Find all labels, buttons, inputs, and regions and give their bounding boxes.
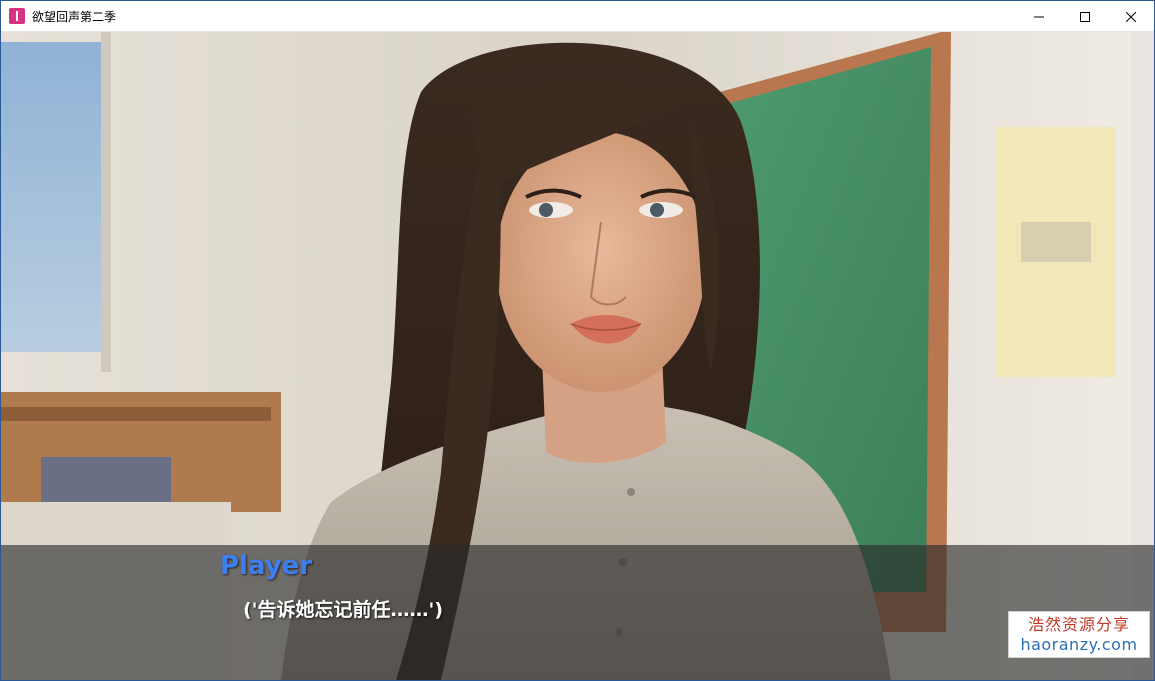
- window-controls: [1016, 1, 1154, 32]
- dialogue-text: ('告诉她忘记前任……'): [243, 599, 444, 621]
- game-scene[interactable]: Player ('告诉她忘记前任……') 浩然资源分享 haoranzy.com: [1, 32, 1154, 680]
- speaker-name: Player: [220, 551, 313, 581]
- maximize-button[interactable]: [1062, 1, 1108, 32]
- app-icon: [9, 8, 25, 24]
- close-button[interactable]: [1108, 1, 1154, 32]
- watermark: 浩然资源分享 haoranzy.com: [1008, 611, 1150, 658]
- watermark-title: 浩然资源分享: [1027, 614, 1130, 634]
- close-icon: [1126, 11, 1136, 22]
- title-bar[interactable]: 欲望回声第二季: [1, 1, 1154, 32]
- maximize-icon: [1080, 11, 1090, 22]
- window-title: 欲望回声第二季: [32, 9, 117, 24]
- minimize-button[interactable]: [1016, 1, 1062, 32]
- game-window: 欲望回声第二季 Player ('告诉她忘记前任……') 浩然资源分享 haor…: [0, 0, 1155, 681]
- dialogue-box[interactable]: Player ('告诉她忘记前任……'): [1, 545, 1154, 680]
- minimize-icon: [1034, 12, 1044, 22]
- watermark-url: haoranzy.com: [1020, 634, 1138, 654]
